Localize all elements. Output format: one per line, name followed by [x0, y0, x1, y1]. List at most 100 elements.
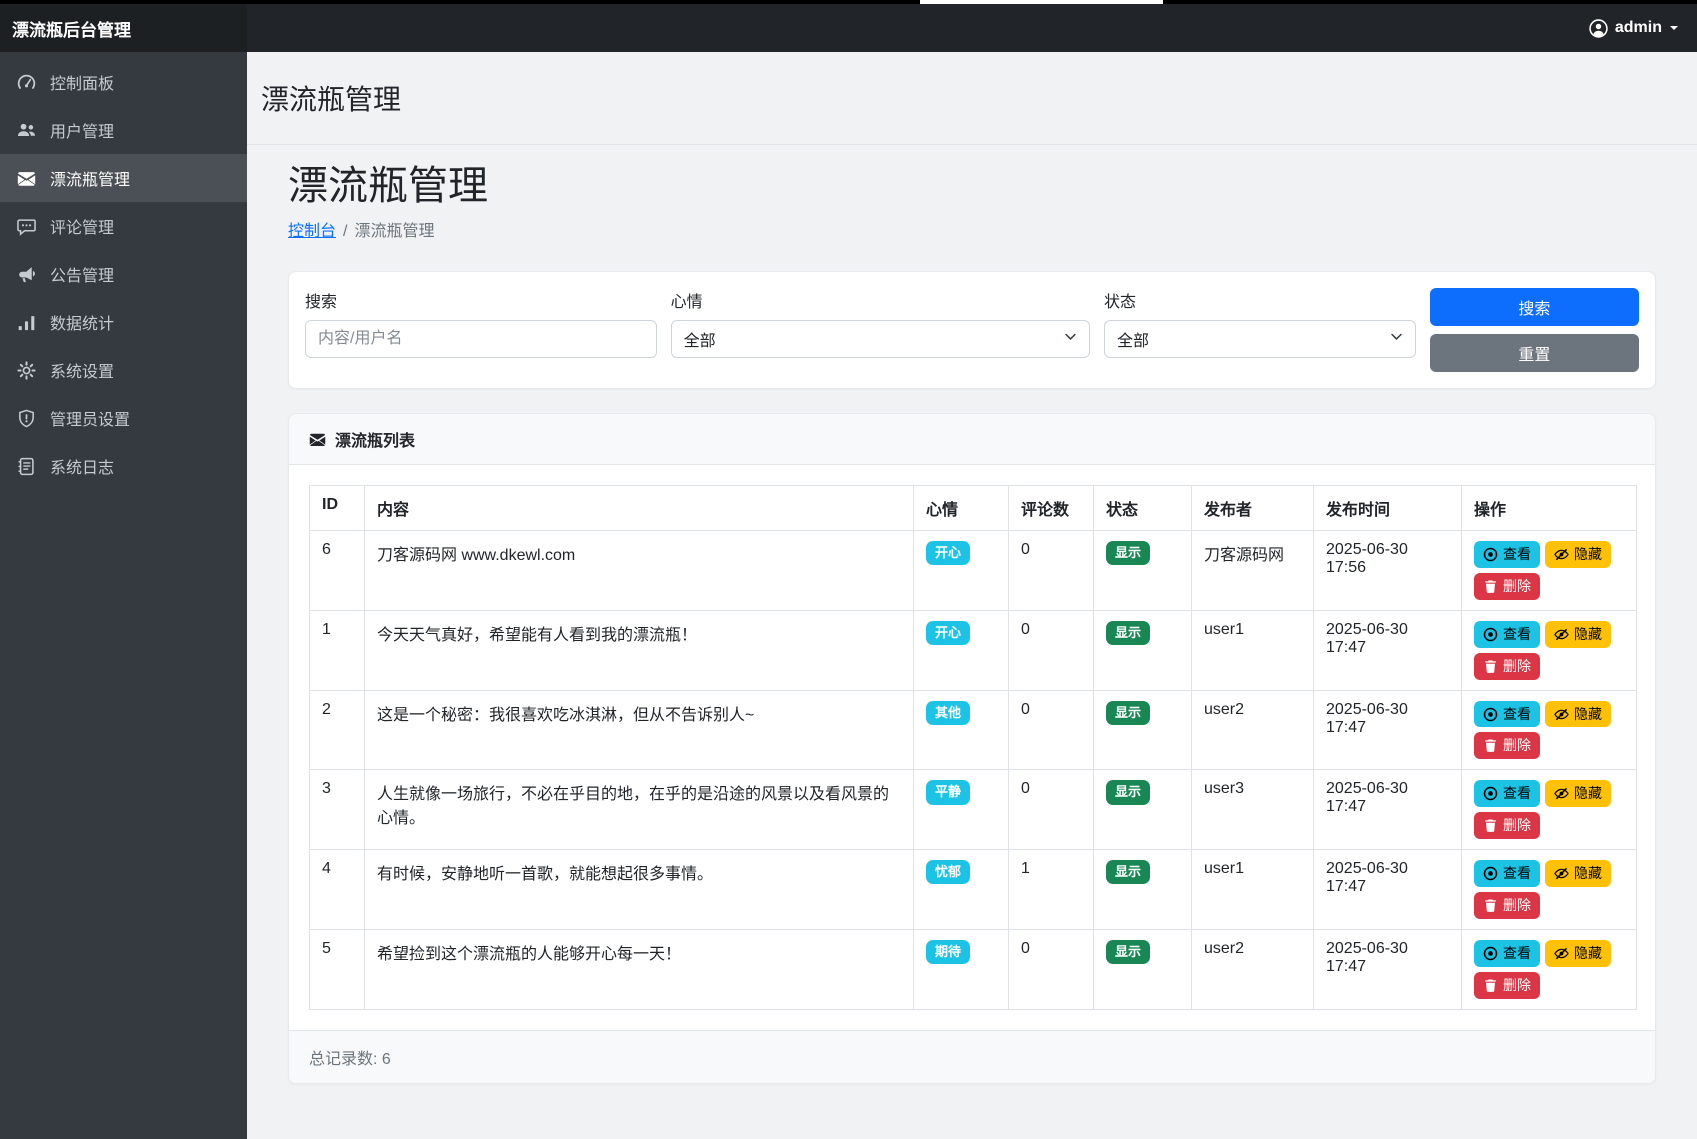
sidebar-item-system-settings[interactable]: 系统设置	[0, 346, 247, 394]
content-header-title: 漂流瓶管理	[261, 78, 401, 118]
cell-actions: 查看 隐藏 删除	[1462, 610, 1637, 690]
hide-button[interactable]: 隐藏	[1545, 541, 1611, 568]
mood-select[interactable]: 全部	[671, 320, 1090, 358]
breadcrumb: 控制台/漂流瓶管理	[288, 217, 1656, 241]
cell-id: 1	[310, 610, 365, 690]
hide-button[interactable]: 隐藏	[1545, 940, 1611, 967]
status-select-value: 全部	[1117, 327, 1149, 351]
speedometer-icon	[16, 72, 36, 92]
view-button[interactable]: 查看	[1474, 780, 1540, 807]
row-actions: 查看 隐藏 删除	[1474, 780, 1624, 839]
megaphone-icon	[16, 264, 36, 284]
hide-button[interactable]: 隐藏	[1545, 621, 1611, 648]
status-select[interactable]: 全部	[1104, 320, 1416, 358]
cell-mood: 其他	[914, 690, 1009, 770]
cell-status: 显示	[1094, 929, 1192, 1009]
sidebar-item-announcements[interactable]: 公告管理	[0, 250, 247, 298]
shield-icon	[16, 408, 36, 428]
reset-button[interactable]: 重置	[1430, 334, 1639, 372]
sidebar-item-dashboard[interactable]: 控制面板	[0, 58, 247, 106]
sidebar-item-label: 管理员设置	[50, 406, 130, 430]
delete-button[interactable]: 删除	[1474, 892, 1540, 919]
cell-actions: 查看 隐藏 删除	[1462, 690, 1637, 770]
mood-badge: 忧郁	[926, 860, 970, 884]
chat-icon	[16, 216, 36, 236]
hide-button[interactable]: 隐藏	[1545, 780, 1611, 807]
cell-actions: 查看 隐藏 删除	[1462, 770, 1637, 850]
cell-content: 这是一个秘密：我很喜欢吃冰淇淋，但从不告诉别人~	[365, 690, 914, 770]
mood-badge: 期待	[926, 940, 970, 964]
mood-label: 心情	[671, 288, 1090, 312]
view-button[interactable]: 查看	[1474, 860, 1540, 887]
delete-button[interactable]: 删除	[1474, 732, 1540, 759]
cell-comments: 0	[1009, 531, 1094, 611]
cell-time: 2025-06-30 17:47	[1314, 850, 1462, 930]
table-row: 3 人生就像一场旅行，不必在乎目的地，在乎的是沿途的风景以及看风景的心情。 平静…	[310, 770, 1637, 850]
filter-card: 搜索 心情 全部 状态 全部	[288, 271, 1656, 389]
row-actions: 查看 隐藏 删除	[1474, 701, 1624, 760]
trash-icon	[1483, 738, 1498, 753]
view-button[interactable]: 查看	[1474, 701, 1540, 728]
status-label: 状态	[1104, 288, 1416, 312]
eye-icon	[1483, 946, 1498, 961]
column-header-publisher: 发布者	[1192, 486, 1314, 531]
delete-button[interactable]: 删除	[1474, 653, 1540, 680]
trash-icon	[1483, 579, 1498, 594]
column-header-actions: 操作	[1462, 486, 1637, 531]
row-actions: 查看 隐藏 删除	[1474, 940, 1624, 999]
sidebar-item-users[interactable]: 用户管理	[0, 106, 247, 154]
sidebar-item-bottles[interactable]: 漂流瓶管理	[0, 154, 247, 202]
app-brand[interactable]: 漂流瓶后台管理	[0, 4, 247, 52]
table-row: 2 这是一个秘密：我很喜欢吃冰淇淋，但从不告诉别人~ 其他 0 显示 user2…	[310, 690, 1637, 770]
trash-icon	[1483, 818, 1498, 833]
view-button[interactable]: 查看	[1474, 621, 1540, 648]
cell-publisher: user2	[1192, 929, 1314, 1009]
sidebar-item-label: 公告管理	[50, 262, 114, 286]
cell-status: 显示	[1094, 850, 1192, 930]
sidebar-item-admin-settings[interactable]: 管理员设置	[0, 394, 247, 442]
person-circle-icon	[1589, 19, 1608, 38]
cell-comments: 0	[1009, 610, 1094, 690]
delete-button[interactable]: 删除	[1474, 972, 1540, 999]
view-button[interactable]: 查看	[1474, 940, 1540, 967]
bar-chart-icon	[16, 312, 36, 332]
cell-publisher: user2	[1192, 690, 1314, 770]
content-header: 漂流瓶管理	[247, 52, 1697, 145]
view-button[interactable]: 查看	[1474, 541, 1540, 568]
cell-time: 2025-06-30 17:47	[1314, 610, 1462, 690]
eye-icon	[1483, 707, 1498, 722]
cell-mood: 期待	[914, 929, 1009, 1009]
sidebar-item-statistics[interactable]: 数据统计	[0, 298, 247, 346]
search-button[interactable]: 搜索	[1430, 288, 1639, 326]
envelope-icon	[16, 168, 36, 188]
search-input[interactable]	[305, 320, 657, 358]
user-menu[interactable]: admin	[1571, 4, 1697, 52]
browser-tab-highlight	[920, 0, 1163, 4]
cell-status: 显示	[1094, 770, 1192, 850]
hide-button[interactable]: 隐藏	[1545, 860, 1611, 887]
status-badge: 显示	[1106, 780, 1150, 804]
sidebar-item-comments[interactable]: 评论管理	[0, 202, 247, 250]
cell-actions: 查看 隐藏 删除	[1462, 850, 1637, 930]
row-actions: 查看 隐藏 删除	[1474, 541, 1624, 600]
delete-button[interactable]: 删除	[1474, 812, 1540, 839]
eye-icon	[1483, 547, 1498, 562]
sidebar: 控制面板 用户管理 漂流瓶管理 评论管理 公告管理	[0, 52, 247, 1139]
top-navbar: 漂流瓶后台管理 admin	[0, 4, 1697, 52]
breadcrumb-link-console[interactable]: 控制台	[288, 223, 336, 240]
trash-icon	[1483, 978, 1498, 993]
delete-button[interactable]: 删除	[1474, 573, 1540, 600]
cell-mood: 开心	[914, 610, 1009, 690]
eye-slash-icon	[1554, 627, 1569, 642]
bottle-table-body: 6 刀客源码网 www.dkewl.com 开心 0 显示 刀客源码网 2025…	[310, 531, 1637, 1010]
cell-actions: 查看 隐藏 删除	[1462, 531, 1637, 611]
hide-button[interactable]: 隐藏	[1545, 701, 1611, 728]
bottle-list-card-footer: 总记录数: 6	[289, 1030, 1655, 1083]
column-header-mood: 心情	[914, 486, 1009, 531]
cell-content: 今天天气真好，希望能有人看到我的漂流瓶！	[365, 610, 914, 690]
bottle-list-card: 漂流瓶列表 ID 内容 心情 评论数	[288, 413, 1656, 1084]
table-header-row: ID 内容 心情 评论数 状态 发布者 发布时间 操作	[310, 486, 1637, 531]
mood-badge: 其他	[926, 701, 970, 725]
bottle-list-card-body: ID 内容 心情 评论数 状态 发布者 发布时间 操作 6 刀客源码网	[289, 465, 1655, 1030]
sidebar-item-system-logs[interactable]: 系统日志	[0, 442, 247, 490]
